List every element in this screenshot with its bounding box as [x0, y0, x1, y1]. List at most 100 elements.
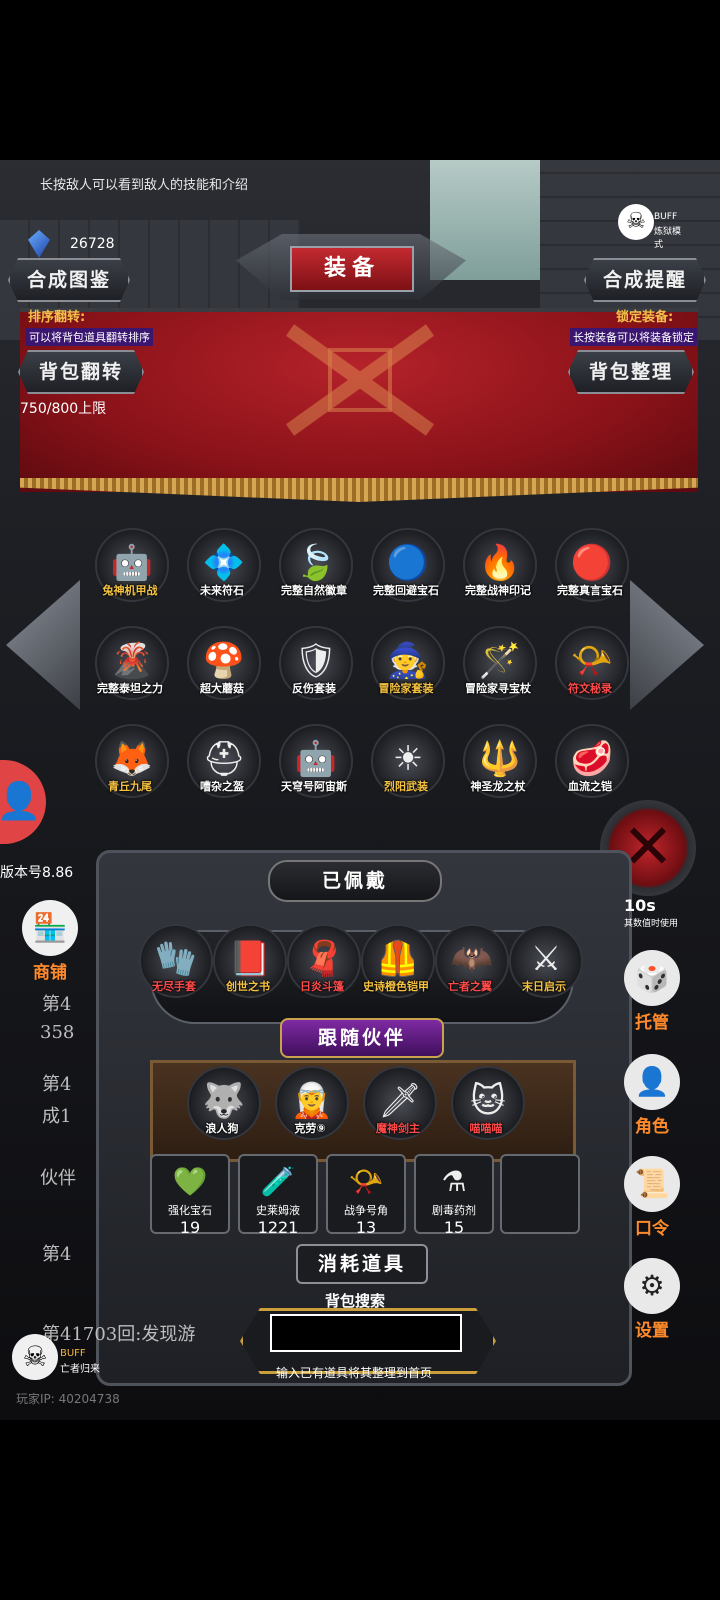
banner-fringe	[20, 478, 698, 502]
companion-slot[interactable]: 🧝 克劳⑨	[272, 1066, 349, 1156]
consumable-slot[interactable]: ⚗ 剧毒药剂 15	[414, 1154, 494, 1237]
inventory-item[interactable]: 🍄 超大蘑菇	[184, 626, 261, 716]
equipped-title: 已佩戴	[268, 860, 442, 902]
search-input[interactable]	[270, 1314, 462, 1352]
consumable-count: 13	[355, 1218, 377, 1237]
equipped-item[interactable]: ⚔ 末日启示	[506, 924, 583, 1014]
companion-slot[interactable]: 🗡 魔神剑主	[360, 1066, 437, 1156]
item-name: 超大蘑菇	[200, 682, 244, 695]
buff-indicator-top[interactable]: ☠ BUFF 炼狱模式	[618, 200, 688, 250]
shop-button[interactable]: 🏪 商铺	[18, 900, 82, 983]
inventory-item[interactable]: 🍃 完整自然徽章	[276, 528, 353, 618]
companion-slot[interactable]: 🐺 浪人狗	[184, 1066, 261, 1156]
buff-mode: 亡者归来	[60, 1364, 100, 1375]
scroll-icon: 📜	[624, 1156, 680, 1212]
inventory-item[interactable]: 🤖 天穹号阿宙斯	[276, 724, 353, 814]
consumable-name: 战争号角	[344, 1204, 388, 1217]
buff-indicator-bottom[interactable]: ☠ BUFF 亡者归来	[12, 1334, 112, 1388]
inventory-item[interactable]: 🔵 完整回避宝石	[368, 528, 445, 618]
equipped-item[interactable]: 🧤 无尽手套	[136, 924, 213, 1014]
inventory-item[interactable]: 🧙 冒险家套装	[368, 626, 445, 716]
character-button[interactable]: 👤 角色	[620, 1054, 684, 1137]
counter-text: 10s	[624, 896, 656, 915]
consumable-count: 1221	[257, 1218, 299, 1237]
sort-flip-label: 排序翻转:	[28, 310, 86, 325]
inventory-item[interactable]: ☀ 烈阳武装	[368, 724, 445, 814]
item-name: 未来符石	[200, 584, 244, 597]
equipped-item[interactable]: 🦇 亡者之翼	[432, 924, 509, 1014]
settings-button[interactable]: ⚙ 设置	[620, 1258, 684, 1341]
gear-icon: ⚙	[624, 1258, 680, 1314]
consumable-name: 强化宝石	[168, 1204, 212, 1217]
inventory-item[interactable]: 🥩 血流之铠	[552, 724, 629, 814]
consumable-name: 剧毒药剂	[432, 1204, 476, 1217]
prev-page-arrow[interactable]	[6, 580, 80, 710]
inventory-item[interactable]: 💠 未来符石	[184, 528, 261, 618]
item-name: 血流之铠	[568, 780, 612, 793]
consumables-title: 消耗道具	[296, 1244, 428, 1284]
password-label: 口令	[635, 1219, 669, 1239]
inventory-item[interactable]: 🪄 冒险家寻宝杖	[460, 626, 537, 716]
inventory-item[interactable]: 🤖 兔神机甲战	[92, 528, 169, 618]
page-title: 装备	[290, 246, 414, 292]
inventory-item[interactable]: 🔱 神圣龙之杖	[460, 724, 537, 814]
shop-icon: 🏪	[22, 900, 78, 956]
consumable-slot[interactable]: 📯 战争号角 13	[326, 1154, 406, 1237]
equipped-item[interactable]: 📕 创世之书	[210, 924, 287, 1014]
consumable-slot[interactable]: 💚 强化宝石 19	[150, 1154, 230, 1237]
item-name: 完整回避宝石	[373, 584, 439, 597]
synthesis-reminder-button[interactable]: 合成提醒	[584, 258, 706, 302]
auto-manage-button[interactable]: 🎲 托管	[620, 950, 684, 1033]
item-name: 青丘九尾	[108, 780, 152, 793]
currency-amount: 26728	[70, 236, 115, 252]
equipped-item[interactable]: 🧣 日炎斗篷	[284, 924, 361, 1014]
dice-icon: 🎲	[624, 950, 680, 1006]
capacity-text: 750/800上限	[20, 401, 107, 417]
companion-slot[interactable]: 🐱 喵喵喵	[448, 1066, 525, 1156]
empty-consumable-slot[interactable]	[500, 1154, 580, 1234]
inventory-item[interactable]: 🔥 完整战神印记	[460, 528, 537, 618]
version-text: 版本号8.86	[0, 865, 74, 881]
item-name: 完整自然徽章	[281, 584, 347, 597]
item-name: 喵喵喵	[469, 1122, 503, 1135]
hooded-figure-icon: 👤	[624, 1054, 680, 1110]
user-avatar-button[interactable]: 👤	[0, 760, 46, 844]
player-ip: 玩家IP: 40204738	[16, 1392, 120, 1406]
bag-flip-button[interactable]: 背包翻转	[18, 350, 144, 394]
lock-equip-desc: 长按装备可以将装备锁定	[570, 328, 697, 346]
inventory-item[interactable]: 📯 符文秘录	[552, 626, 629, 716]
search-hint: 输入已有道具将其整理到首页	[276, 1366, 433, 1380]
inventory-item[interactable]: 🛡 反伤套装	[276, 626, 353, 716]
consumable-icon: ⚗	[441, 1165, 467, 1198]
item-name: 完整泰坦之力	[97, 682, 163, 695]
tip-text: 长按敌人可以看到敌人的技能和介绍	[40, 178, 249, 193]
password-button[interactable]: 📜 口令	[620, 1156, 684, 1239]
log-line: 成1	[42, 1106, 72, 1127]
log-line: 第4	[42, 1074, 72, 1095]
item-name: 冒险家套装	[378, 682, 434, 695]
equipped-item[interactable]: 🦺 史诗橙色铠甲	[358, 924, 435, 1014]
inventory-item[interactable]: ⛑ 嘈杂之盔	[184, 724, 261, 814]
item-name: 嘈杂之盔	[200, 780, 244, 793]
consumable-slot[interactable]: 🧪 史莱姆液 1221	[238, 1154, 318, 1237]
buff-label: BUFF	[654, 212, 678, 222]
log-line: 358	[40, 1022, 75, 1043]
bag-sort-button[interactable]: 背包整理	[568, 350, 694, 394]
item-name: 末日启示	[522, 980, 566, 993]
item-name: 神圣龙之杖	[470, 780, 526, 793]
lock-equip-label: 锁定装备:	[616, 310, 674, 325]
consumable-icon: 🧪	[260, 1165, 296, 1198]
log-line: 第4	[42, 994, 72, 1015]
inventory-item[interactable]: 🦊 青丘九尾	[92, 724, 169, 814]
auto-manage-label: 托管	[635, 1013, 669, 1033]
log-line: 第4	[42, 1244, 72, 1265]
skull-icon: ☠	[12, 1334, 58, 1380]
inventory-item[interactable]: 🌋 完整泰坦之力	[92, 626, 169, 716]
companion-title: 跟随伙伴	[280, 1018, 444, 1058]
buff-label: BUFF	[60, 1348, 86, 1359]
item-name: 烈阳武装	[384, 780, 428, 793]
inventory-item[interactable]: 🔴 完整真言宝石	[552, 528, 629, 618]
buff-mode: 炼狱模式	[654, 227, 682, 250]
consumable-name: 史莱姆液	[256, 1204, 300, 1217]
synthesis-book-button[interactable]: 合成图鉴	[8, 258, 130, 302]
